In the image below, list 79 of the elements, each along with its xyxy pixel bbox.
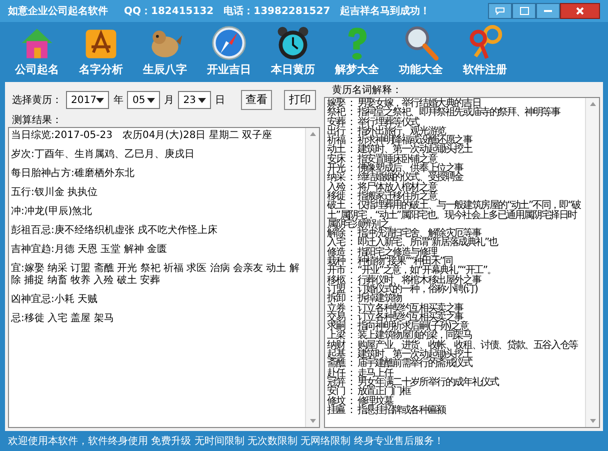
toolbar-button[interactable]: 本日黄历 — [268, 24, 318, 78]
scroll-down-icon — [590, 419, 596, 423]
glossary-entry: 求嗣 ： 指向神明祈求后嗣(子孙)之意 — [327, 322, 469, 332]
glossary-entry: 安床 ： 指安置睡床卧铺之意 — [327, 154, 438, 164]
window-title: 如意企业公司起名软件 — [8, 4, 108, 18]
scroll-up-icon — [590, 102, 596, 106]
glossary-entry: 开市 ： “开业”之意，如“开幕典礼”“开工”。 — [327, 266, 497, 276]
toolbar-button[interactable]: 功能大全 — [396, 24, 446, 78]
glossary-entry: 订盟 ： 订婚仪式的一种，俗称小聘(订) — [327, 284, 478, 294]
close-icon — [576, 7, 584, 15]
glossary-entry: 斋醮 ： 庙宇建醮前需举行的斋戒仪式 — [327, 359, 474, 369]
glossary-entry: 出行 ： 指外出旅行、观光游览 — [327, 126, 446, 136]
glossary-entry: 栽种 ： 种植物“接果”“种田禾”同 — [327, 257, 452, 266]
toolbar-button[interactable]: 解梦大全 — [332, 24, 382, 78]
minimize-icon — [544, 10, 552, 12]
caret-icon — [96, 98, 104, 102]
window-icon — [520, 7, 528, 15]
glossary-entry: 移柩 ： 行葬仪时、将棺木移出屋外之事 — [327, 276, 482, 285]
print-button[interactable]: 打印 — [284, 90, 316, 110]
glossary-entry: 修造 ： 指阳宅之修造与修理 — [327, 248, 438, 258]
glossary-entry: 嫁娶 ： 男娶女嫁，举行结婚大典的吉日 — [327, 99, 481, 108]
glossary-entry: 修坟 ： 修理坟墓 — [327, 396, 394, 406]
caret-icon — [198, 98, 206, 102]
glossary-entry: 安葬 ： 举行埋葬等仪式 — [327, 118, 420, 127]
toolbar-button[interactable]: 名字分析 — [76, 24, 126, 78]
scrollbar[interactable] — [305, 128, 319, 427]
skin-button[interactable] — [512, 3, 536, 19]
group-title: 黄历名词解释： — [331, 85, 403, 97]
glossary-entry: 入殓 ： 将尸体放入棺材之意 — [327, 182, 438, 192]
glossary-entry: 立券 ： 订立各种契约互相买卖之事 — [327, 304, 464, 313]
result-line: 每日胎神占方:碓磨栖外东北 — [11, 168, 136, 180]
result-line: 宜:嫁娶 纳采 订盟 斋醮 开光 祭祀 祈福 求医 治病 会亲友 动土 解除 捕捉 纳畜 牧养 入殓 破土 安葬 — [11, 263, 300, 287]
result-line: 忌:移徙 入宅 盖屋 架马 — [11, 313, 115, 325]
year-unit: 年 — [113, 94, 124, 108]
glossary-entry: 冠笄 ： 男女年满二十岁所举行的成年礼仪式 — [327, 378, 500, 388]
close-button[interactable] — [560, 3, 600, 19]
dropdown[interactable]: 2017 — [66, 91, 110, 109]
toolbar-button[interactable]: 软件注册 — [460, 24, 510, 78]
glossary-entry: 祭祀 ： 指祠堂之祭祀、即拜祭祖先或庙寺的祭拜、神明等事 — [327, 108, 562, 118]
glossary-entry: 解除 ： 指冲洗清扫宅舍、解除灾厄等事 — [327, 229, 482, 238]
glossary-entry: 挂匾 ： 指悬挂招牌或各种匾额 — [327, 406, 447, 416]
scroll-down-icon — [310, 419, 316, 423]
glossary-entry: 上梁 ： 装上建筑物屋顶的梁，同架马 — [327, 331, 472, 341]
result-line: 当日综览:2017-05-23 农历04月(大)28日 星期二 双子座 — [11, 130, 274, 142]
dropdown[interactable]: 23 — [178, 91, 211, 109]
result-line: 冲:冲龙(甲辰)煞北 — [11, 206, 94, 218]
compass-icon — [210, 24, 248, 62]
scrollbar[interactable] — [585, 98, 599, 427]
scroll-up-icon — [310, 132, 316, 136]
toolbar-button[interactable]: 公司起名 — [12, 24, 62, 78]
result-line: 吉神宜趋:月德 天恩 玉堂 解神 金匮 — [11, 244, 168, 256]
day-unit: 日 — [214, 94, 225, 108]
contact-info: QQ：182415132 电话：13982281527 起吉祥名马到成功！ — [124, 4, 430, 18]
speech-bubble-icon — [495, 7, 505, 15]
chat-button[interactable] — [488, 3, 512, 19]
glossary-entry: 起基 ： 建筑时、第一次动起锄头挖土 — [327, 350, 472, 360]
glossary-entry: 祈福 ： 祈求神明降福或设醮还愿之事 — [327, 136, 474, 146]
result-line: 五行:钗川金 执执位 — [11, 187, 99, 199]
glossary-entry: 动土 ： 建筑时、第一次动起锄头挖土 — [327, 145, 474, 155]
glossary-entry: 赴任 ： 走马上任 — [327, 368, 394, 378]
glossary-entry: 纳采 ： 缔结婚姻的仪式、受授聘金 — [327, 173, 464, 183]
toolbar-button[interactable]: 生辰八字 — [140, 24, 190, 78]
group-title: 测算结果： — [11, 115, 63, 127]
result-line: 岁次:丁酉年、生肖属鸡、乙巳月、庚戌日 — [11, 149, 196, 161]
toolbar-button[interactable]: 开业吉日 — [204, 24, 254, 78]
result-line: 彭祖百忌:庚不经络织机虚张 戌不吃犬作怪上床 — [11, 225, 219, 237]
dropdown[interactable]: 05 — [127, 91, 160, 109]
minimize-button[interactable] — [536, 3, 560, 19]
status-text: 欢迎使用本软件，软件终身使用 免费升级 无时间限制 无次数限制 无网络限制 终身专业售后服务！ — [8, 434, 444, 448]
date-label: 选择黄历： — [12, 94, 62, 108]
glossary-entry: 拆卸 ： 拆掉建筑物 — [327, 294, 402, 304]
glossary-entry: 入宅 ： 即迁入新宅、所谓“新居落成典礼”也 — [327, 238, 499, 248]
glossary-entry: 移徙 ： 指搬家迁移住所之意 — [327, 192, 438, 202]
glossary-entry: 安门 ： 放置正门门框 — [327, 387, 411, 396]
month-unit: 月 — [164, 94, 174, 108]
result-line: 凶神宜忌:小耗 天贼 — [11, 294, 99, 306]
caret-icon — [147, 98, 156, 102]
view-button[interactable]: 查看 — [240, 90, 272, 110]
glossary-entry: 交易 ： 订立各种契约互相买卖之事 — [327, 312, 464, 322]
